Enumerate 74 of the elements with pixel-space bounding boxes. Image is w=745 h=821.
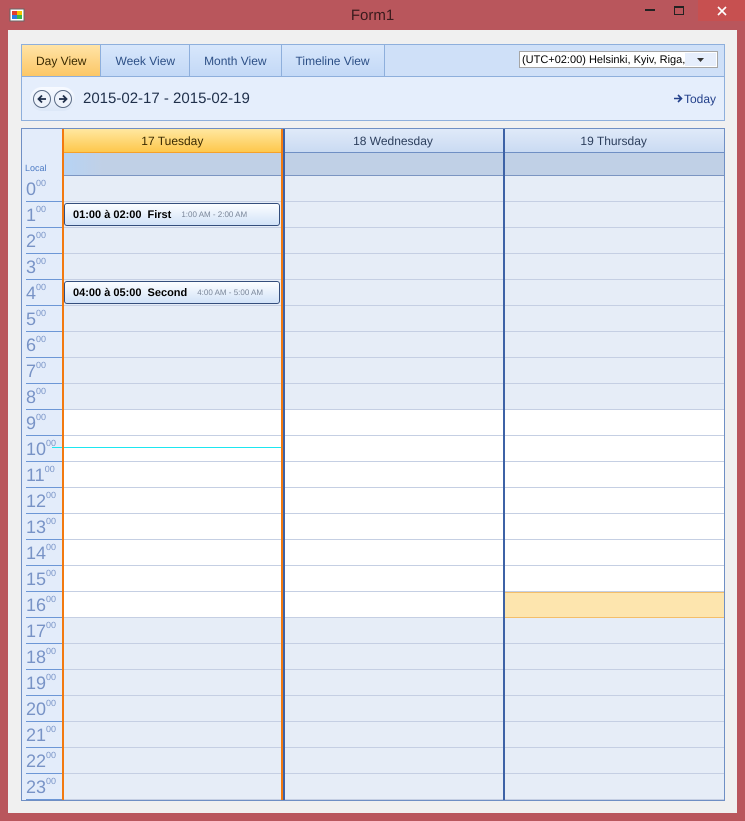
hour-label: 13$^{00}$ — [26, 515, 56, 539]
hour-label: 6$^{00}$ — [26, 333, 46, 357]
hour-label: 17$^{00}$ — [26, 619, 56, 643]
dropdown-arrow-icon — [697, 58, 704, 62]
app-icon — [9, 7, 25, 23]
hour-label: 3$^{00}$ — [26, 255, 46, 279]
hour-label: 16$^{00}$ — [26, 593, 56, 617]
hour-label: 5$^{00}$ — [26, 307, 46, 331]
view-tab[interactable]: Day View — [22, 45, 102, 76]
right-arrow-icon — [58, 94, 68, 104]
hour-label: 0$^{00}$ — [26, 177, 46, 201]
time-slot[interactable] — [503, 462, 724, 488]
hour-label: 7$^{00}$ — [26, 359, 46, 383]
hour-label: 1$^{00}$ — [26, 203, 46, 227]
time-slot[interactable] — [62, 410, 283, 436]
close-icon — [716, 6, 726, 16]
time-slot[interactable] — [282, 592, 504, 618]
hour-label: 19$^{00}$ — [26, 671, 56, 695]
time-slot[interactable] — [503, 566, 724, 592]
hour-label: 8$^{00}$ — [26, 385, 46, 409]
time-slot[interactable] — [282, 436, 504, 462]
timezone-dropdown[interactable]: (UTC+02:00) Helsinki, Kyiv, Riga, — [519, 51, 718, 68]
time-slot[interactable] — [62, 514, 283, 540]
hour-label: 12$^{00}$ — [26, 489, 56, 513]
day-header[interactable]: 19 Thursday — [503, 129, 724, 153]
time-slot[interactable] — [62, 462, 283, 488]
time-slot[interactable] — [282, 488, 504, 514]
hour-label: 14$^{00}$ — [26, 541, 56, 565]
time-zone-label: Local — [24, 163, 47, 175]
hour-label: 9$^{00}$ — [26, 411, 46, 435]
time-slot[interactable] — [62, 540, 283, 566]
time-slot[interactable] — [62, 488, 283, 514]
hour-label: 20$^{00}$ — [26, 697, 56, 721]
all-day-area[interactable] — [62, 153, 283, 176]
selected-time-slot[interactable] — [503, 592, 724, 618]
hour-label: 2$^{00}$ — [26, 229, 46, 253]
time-slot[interactable] — [503, 514, 724, 540]
time-slot[interactable] — [503, 436, 724, 462]
hour-label: 10$^{00}$ — [26, 437, 56, 461]
hour-label: 23$^{00}$ — [26, 775, 56, 799]
all-day-area[interactable] — [282, 153, 504, 176]
time-slot[interactable] — [282, 410, 504, 436]
hour-label: 4$^{00}$ — [26, 281, 46, 305]
hour-label: 22$^{00}$ — [26, 749, 56, 773]
view-tab[interactable]: Week View — [101, 45, 190, 76]
left-arrow-icon — [37, 94, 47, 104]
time-slot[interactable] — [282, 514, 504, 540]
day-header[interactable]: 18 Wednesday — [282, 129, 504, 153]
all-day-area[interactable] — [503, 153, 724, 176]
view-tab[interactable]: Timeline View — [282, 45, 385, 76]
date-range: 2015-02-17 - 2015-02-19 — [83, 90, 250, 107]
time-slot[interactable] — [62, 592, 283, 618]
hour-label: 18$^{00}$ — [26, 645, 56, 669]
hour-label: 15$^{00}$ — [26, 567, 56, 591]
today-link[interactable]: Today — [674, 92, 716, 106]
right-arrow-icon — [674, 94, 683, 103]
time-slot[interactable] — [282, 462, 504, 488]
time-slot[interactable] — [503, 488, 724, 514]
time-slot[interactable] — [282, 566, 504, 592]
time-slot[interactable] — [282, 540, 504, 566]
close-button[interactable] — [698, 0, 745, 21]
maximize-icon — [674, 6, 684, 15]
time-slot[interactable] — [503, 410, 724, 436]
window-title: Form1 — [350, 6, 394, 24]
minimize-icon — [644, 9, 654, 12]
time-slot[interactable] — [62, 566, 283, 592]
day-header[interactable]: 17 Tuesday — [62, 129, 283, 153]
view-tab[interactable]: Month View — [190, 45, 282, 76]
time-slot[interactable] — [62, 436, 283, 462]
hour-label: 11$^{00}$ — [26, 463, 55, 487]
time-slot[interactable] — [503, 540, 724, 566]
next-button[interactable] — [54, 90, 72, 108]
hour-label: 21$^{00}$ — [26, 723, 56, 747]
previous-button[interactable] — [33, 90, 51, 108]
